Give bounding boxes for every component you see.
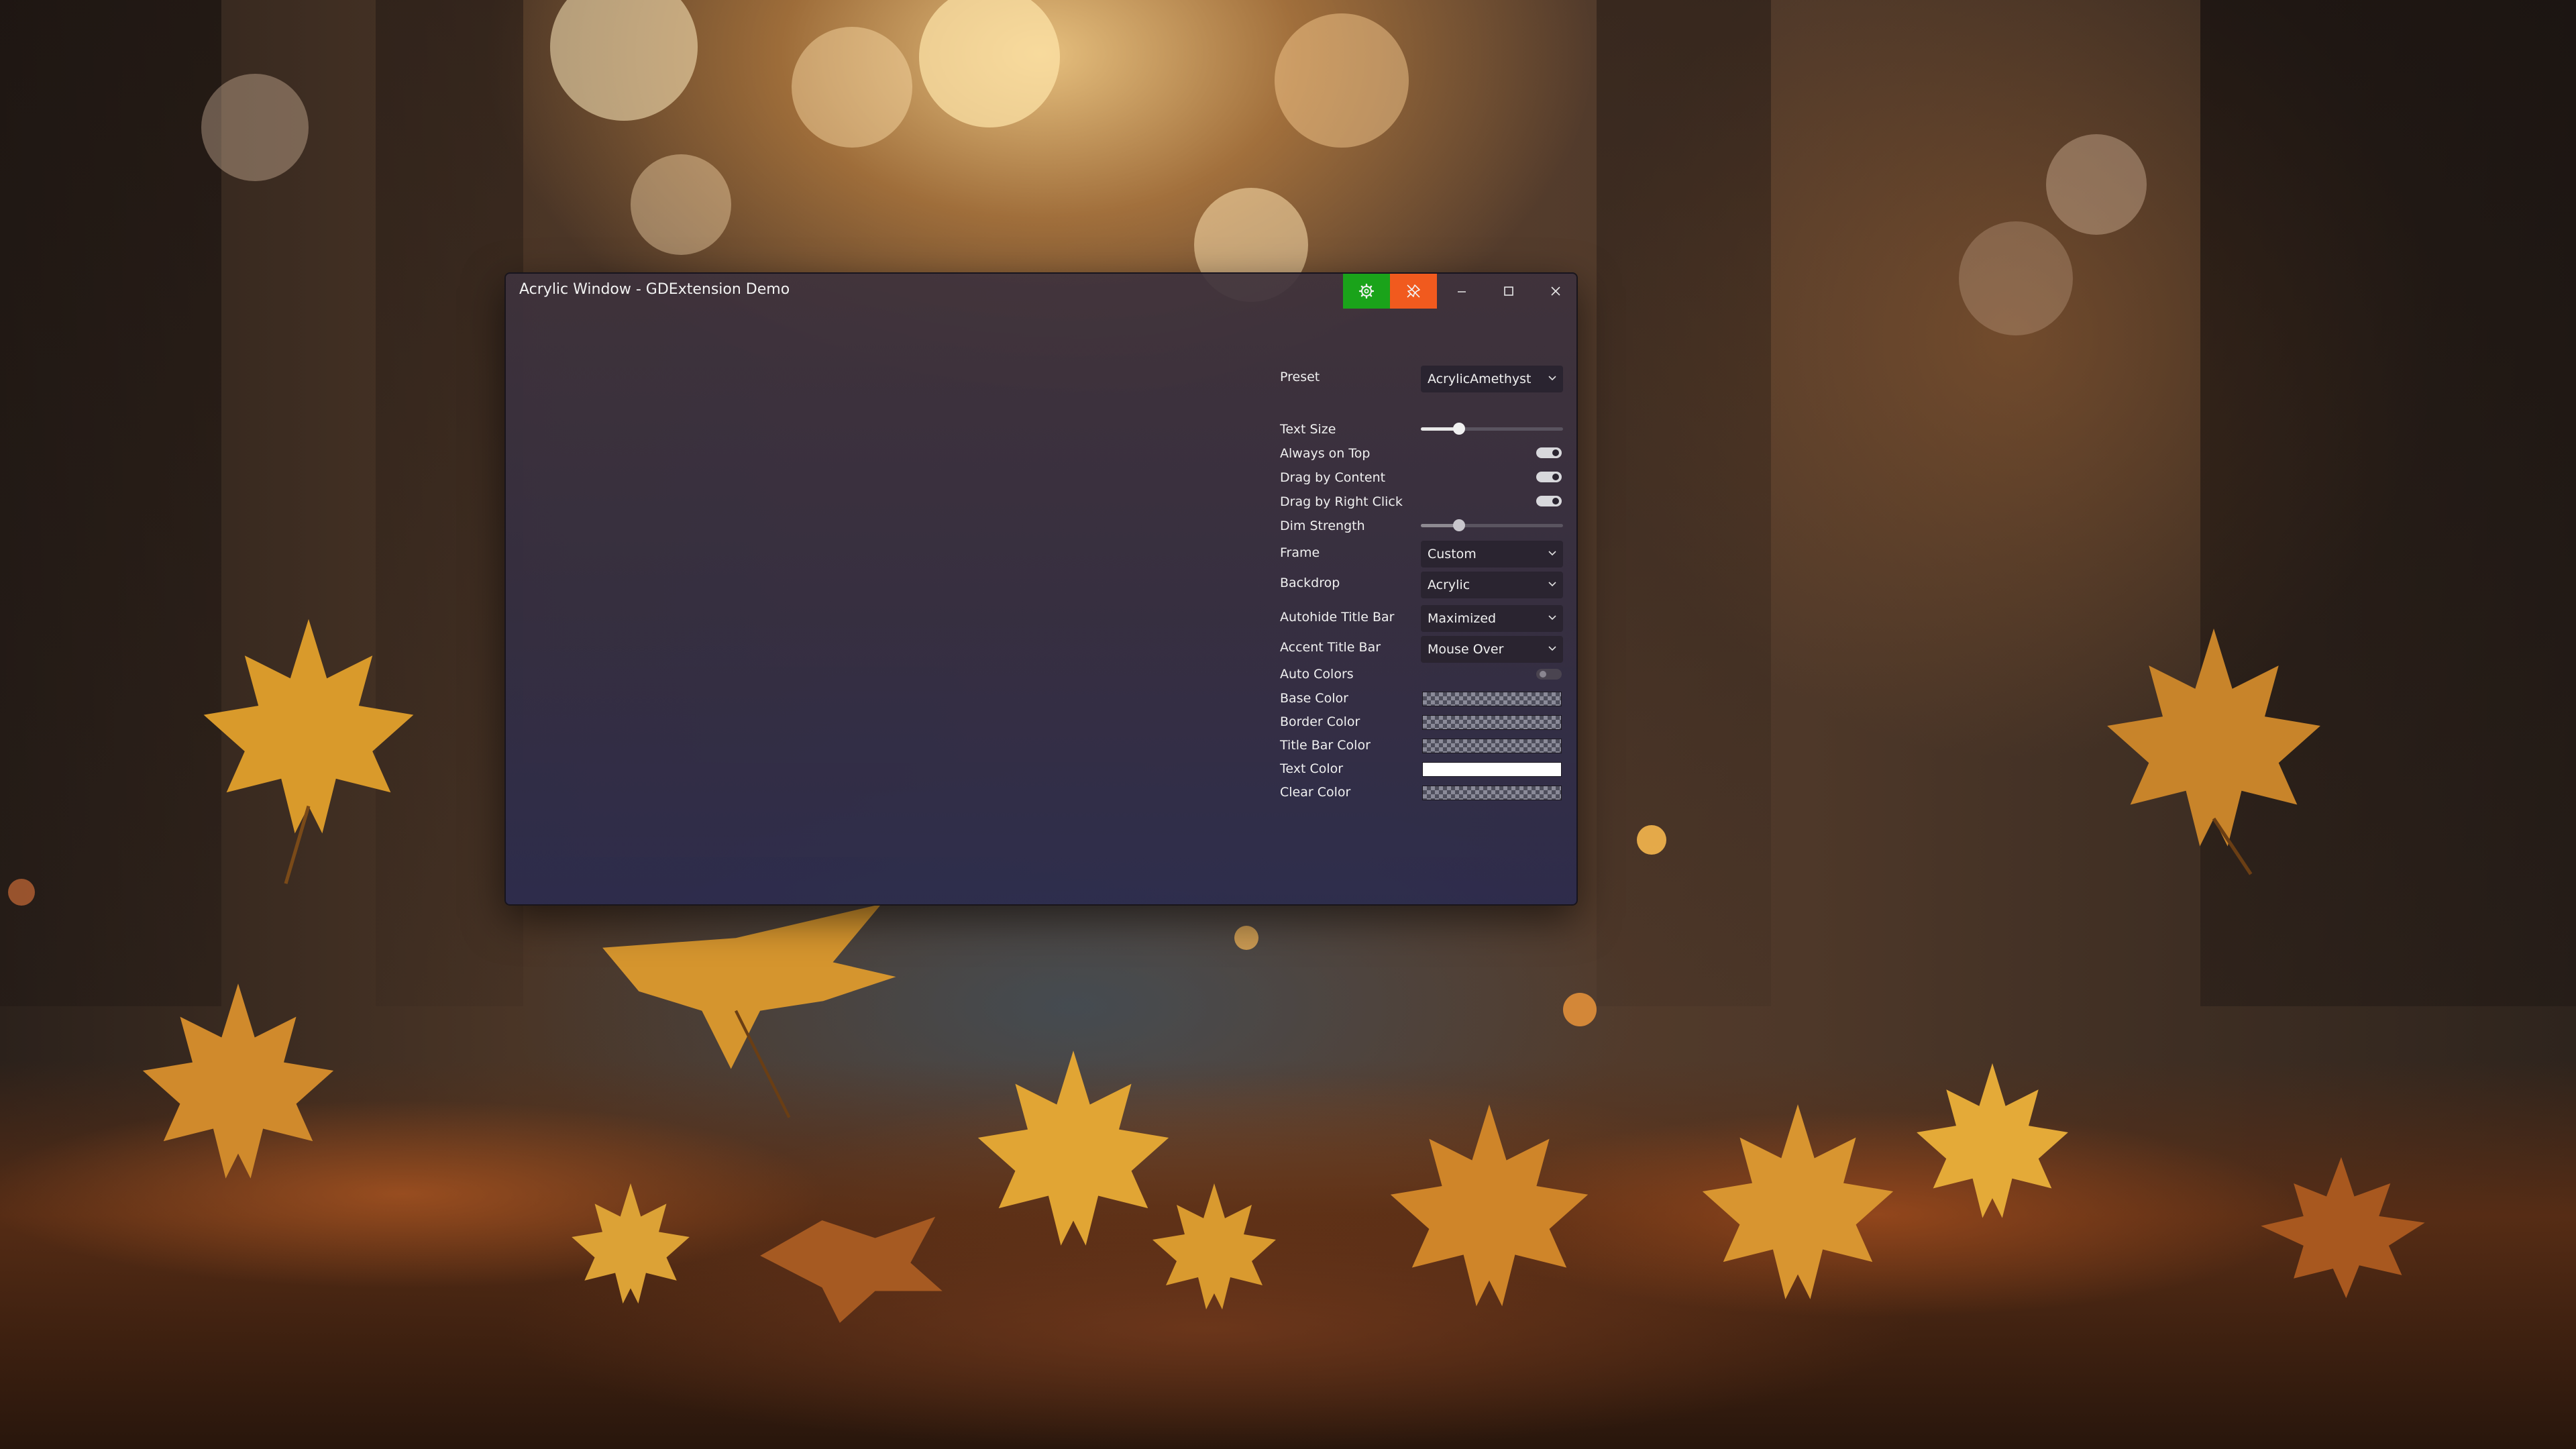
slider-handle[interactable] bbox=[1453, 423, 1466, 435]
autohide-title-bar-value: Maximized bbox=[1428, 611, 1497, 626]
maple-leaf-image bbox=[760, 1216, 943, 1323]
toggle-knob bbox=[1552, 449, 1559, 456]
chevron-down-icon bbox=[1548, 615, 1556, 621]
maple-leaf-image bbox=[1917, 1063, 2068, 1218]
maple-leaf-image bbox=[1702, 1104, 1894, 1299]
toggle-knob bbox=[1540, 671, 1546, 678]
toggle-knob bbox=[1552, 498, 1559, 504]
frame-label: Frame bbox=[1280, 545, 1320, 560]
slider-handle[interactable] bbox=[1453, 519, 1466, 531]
acrylic-window[interactable]: Acrylic Window - GDExtension Demo Preset… bbox=[504, 272, 1578, 906]
text-color-label: Text Color bbox=[1280, 761, 1344, 776]
leaf-covered-ground bbox=[0, 1060, 2576, 1449]
title-bar-color-picker[interactable] bbox=[1422, 739, 1562, 753]
bokeh-light bbox=[201, 74, 309, 181]
frame-dropdown[interactable]: Custom bbox=[1421, 541, 1563, 568]
tree-trunk bbox=[1597, 0, 1771, 1006]
clear-color-label: Clear Color bbox=[1280, 785, 1351, 800]
auto-colors-label: Auto Colors bbox=[1280, 667, 1354, 682]
chevron-down-icon bbox=[1548, 551, 1556, 556]
tree-trunk bbox=[0, 0, 221, 1006]
dim-strength-slider[interactable] bbox=[1421, 515, 1563, 535]
chevron-down-icon bbox=[1548, 582, 1556, 587]
maple-leaf-image bbox=[142, 983, 334, 1179]
window-title: Acrylic Window - GDExtension Demo bbox=[519, 281, 790, 298]
accent-title-bar-value: Mouse Over bbox=[1428, 642, 1504, 657]
preset-value: AcrylicAmethyst bbox=[1428, 372, 1532, 386]
preset-label: Preset bbox=[1280, 370, 1320, 384]
accent-title-bar-label: Accent Title Bar bbox=[1280, 640, 1381, 655]
bokeh-light bbox=[631, 154, 731, 255]
maple-leaf-image bbox=[1152, 1183, 1276, 1309]
chevron-down-icon bbox=[1548, 646, 1556, 651]
toggle-knob bbox=[1552, 474, 1559, 480]
dim-strength-label: Dim Strength bbox=[1280, 519, 1365, 533]
preset-dropdown[interactable]: AcrylicAmethyst bbox=[1421, 366, 1563, 392]
maple-leaf-image bbox=[2107, 628, 2320, 875]
backdrop-value: Acrylic bbox=[1428, 578, 1470, 592]
bokeh-light bbox=[8, 879, 35, 906]
backdrop-dropdown[interactable]: Acrylic bbox=[1421, 572, 1563, 598]
maple-leaf-image bbox=[203, 619, 414, 884]
drag-by-content-toggle[interactable] bbox=[1536, 470, 1563, 484]
maple-leaf-image bbox=[602, 904, 896, 1118]
drag-by-right-click-toggle[interactable] bbox=[1536, 494, 1563, 508]
text-size-label: Text Size bbox=[1280, 422, 1336, 437]
text-size-slider[interactable] bbox=[1421, 419, 1563, 439]
clear-color-picker[interactable] bbox=[1422, 786, 1562, 800]
bokeh-light bbox=[550, 0, 698, 121]
bokeh-light bbox=[1959, 221, 2073, 335]
frame-value: Custom bbox=[1428, 547, 1477, 561]
autohide-title-bar-dropdown[interactable]: Maximized bbox=[1421, 605, 1563, 632]
base-color-picker[interactable] bbox=[1422, 692, 1562, 706]
maple-leaf-image bbox=[1390, 1104, 1589, 1307]
bokeh-light bbox=[1275, 13, 1409, 148]
always-on-top-label: Always on Top bbox=[1280, 446, 1371, 461]
bokeh-light bbox=[1637, 825, 1666, 855]
backdrop-label: Backdrop bbox=[1280, 576, 1340, 590]
bokeh-light bbox=[1563, 993, 1597, 1026]
maple-leaf-image bbox=[2261, 1157, 2425, 1299]
border-color-label: Border Color bbox=[1280, 714, 1360, 729]
accent-title-bar-dropdown[interactable]: Mouse Over bbox=[1421, 636, 1563, 663]
autohide-title-bar-label: Autohide Title Bar bbox=[1280, 610, 1395, 625]
bokeh-light bbox=[792, 27, 912, 148]
title-bar-color-label: Title Bar Color bbox=[1280, 738, 1371, 753]
settings-panel: Preset AcrylicAmethyst Text Size Always … bbox=[1279, 274, 1574, 904]
drag-by-content-label: Drag by Content bbox=[1280, 470, 1386, 485]
base-color-label: Base Color bbox=[1280, 691, 1348, 706]
auto-colors-toggle[interactable] bbox=[1536, 667, 1563, 681]
bokeh-light bbox=[2046, 134, 2147, 235]
chevron-down-icon bbox=[1548, 376, 1556, 381]
text-color-picker[interactable] bbox=[1422, 762, 1562, 777]
border-color-picker[interactable] bbox=[1422, 715, 1562, 730]
always-on-top-toggle[interactable] bbox=[1536, 446, 1563, 460]
drag-by-right-click-label: Drag by Right Click bbox=[1280, 494, 1403, 509]
maple-leaf-image bbox=[572, 1183, 690, 1304]
bokeh-light bbox=[1234, 926, 1258, 950]
bokeh-light bbox=[919, 0, 1060, 127]
